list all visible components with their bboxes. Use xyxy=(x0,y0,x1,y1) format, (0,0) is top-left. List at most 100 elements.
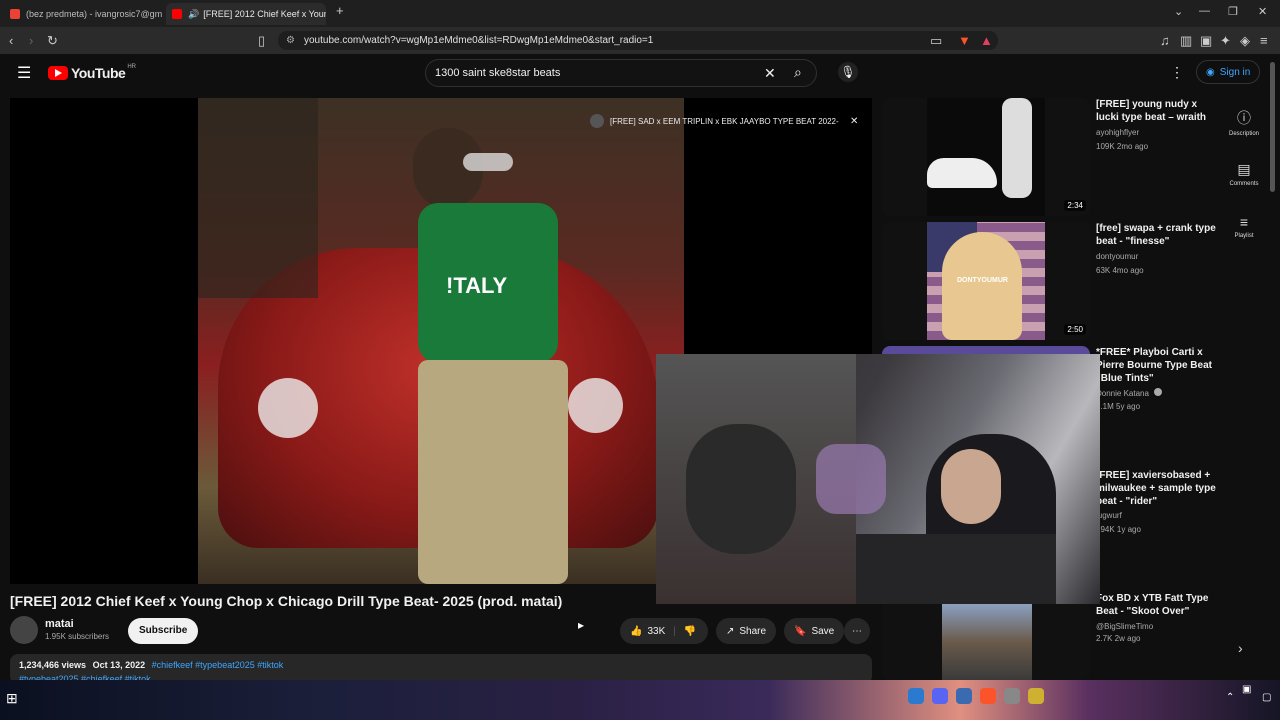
settings-menu-icon[interactable]: ⋮ xyxy=(1170,64,1184,81)
video-thumbnail[interactable]: 2:34 xyxy=(882,98,1090,216)
chevron-right-icon[interactable]: › xyxy=(1238,640,1243,656)
notification-icon[interactable]: ▢ xyxy=(1262,692,1271,703)
tab-label: (bez predmeta) - ivangrosic7@gmail. xyxy=(26,9,162,19)
youtube-header: ☰ YouTube HR 1300 saint ske8star beats ✕… xyxy=(0,54,1280,92)
tray-icon[interactable]: ▣ xyxy=(1242,684,1251,695)
brave-shield-icon[interactable]: ▼ xyxy=(958,33,971,48)
media-icon[interactable]: ♫ xyxy=(1160,33,1170,48)
like-count: 33K xyxy=(647,625,666,637)
video-title[interactable]: [free] swapa + crank type beat - "finess… xyxy=(1096,222,1222,248)
channel-name[interactable]: @BigSlimeTimo xyxy=(1096,622,1153,631)
scrollbar[interactable] xyxy=(1270,62,1275,192)
tray-chevron-icon[interactable]: ⌃ xyxy=(1226,692,1234,703)
tab-youtube[interactable]: 🔊 [FREE] 2012 Chief Keef x Young ✕ xyxy=(166,3,326,25)
end-card-overlay[interactable]: [FREE] SAD x EEM TRIPLIN x EBK JAAYBO TY… xyxy=(590,112,860,130)
white-car xyxy=(927,158,997,188)
video-title[interactable]: *FREE* Playboi Carti x Pierre Bourne Typ… xyxy=(1096,346,1222,385)
person-body xyxy=(856,534,1056,604)
channel-name[interactable]: ayohighflyer xyxy=(1096,128,1139,137)
region-code: HR xyxy=(127,64,136,70)
video-title[interactable]: Fox BD x YTB Fatt Type Beat - "Skoot Ove… xyxy=(1096,592,1222,618)
search-input[interactable]: 1300 saint ske8star beats xyxy=(435,67,560,79)
reload-icon[interactable]: ↻ xyxy=(47,33,58,49)
search-icon[interactable]: ⌕ xyxy=(794,64,802,81)
rail-playlist[interactable]: ≡ Playlist xyxy=(1222,214,1266,239)
rail-label: Comments xyxy=(1229,181,1259,187)
sign-in-button[interactable]: ◉ Sign in xyxy=(1196,60,1261,84)
person-left xyxy=(686,424,796,554)
channel-name[interactable]: dontyoumur xyxy=(1096,252,1138,261)
video-title[interactable]: [FREE] xaviersobased + milwaukee + sampl… xyxy=(1096,469,1222,508)
thumbnail-image: DONTYOUMUR xyxy=(927,222,1045,340)
cast-icon[interactable]: ▭ xyxy=(930,33,942,49)
speaker-icon: 🔊 xyxy=(188,8,200,19)
save-button[interactable]: 🔖 Save xyxy=(784,618,845,644)
voice-search-icon[interactable]: 🎙 xyxy=(838,62,858,82)
mouse-cursor-icon: ▸ xyxy=(578,618,585,632)
list-item[interactable]: DONTYOUMUR 2:50 [free] swapa + crank typ… xyxy=(882,222,1216,340)
video-meta: 3.1M 5y ago xyxy=(1096,402,1141,411)
duration-badge: 2:34 xyxy=(1064,200,1086,211)
windows-taskbar: ⊞ ⌃ ▣ ▢ xyxy=(0,680,1280,720)
site-info-icon[interactable]: ⚙ xyxy=(286,31,295,50)
hashtags[interactable]: #chiefkeef #typebeat2025 #tiktok xyxy=(152,660,284,670)
app-icon[interactable] xyxy=(1004,688,1020,704)
video-title[interactable]: [FREE] young nudy x lucki type beat – wr… xyxy=(1096,98,1222,124)
person-figure xyxy=(1002,98,1032,198)
tab-gmail[interactable]: (bez predmeta) - ivangrosic7@gmail. xyxy=(4,3,162,25)
list-item[interactable]: 2:34 [FREE] young nudy x lucki type beat… xyxy=(882,98,1212,216)
video-thumbnail[interactable] xyxy=(882,592,1090,680)
discord-icon[interactable] xyxy=(932,688,948,704)
video-thumbnail[interactable]: DONTYOUMUR 2:50 xyxy=(882,222,1090,340)
overlay-title: [FREE] SAD x EEM TRIPLIN x EBK JAAYBO TY… xyxy=(610,116,840,126)
youtube-logo[interactable]: YouTube HR xyxy=(48,64,136,81)
channel-name[interactable]: Donnie Katana xyxy=(1096,388,1163,398)
vpn-icon[interactable]: ◈ xyxy=(1240,33,1250,49)
rail-comments[interactable]: ▤ Comments xyxy=(1222,161,1266,187)
like-dislike-group: 👍 33K | 👎 xyxy=(620,618,708,644)
wallet-icon[interactable]: ▣ xyxy=(1200,33,1212,49)
menu-icon[interactable]: ≡ xyxy=(1260,33,1268,48)
rail-label: Description xyxy=(1228,131,1259,137)
dislike-button[interactable]: 👎 xyxy=(684,626,696,637)
leo-icon[interactable]: ✦ xyxy=(1220,33,1231,49)
clear-search-icon[interactable]: ✕ xyxy=(764,65,776,82)
shirt-text: !TALY xyxy=(446,273,508,298)
back-icon[interactable]: ‹ xyxy=(9,33,13,48)
like-button[interactable]: 👍 33K xyxy=(630,626,665,637)
sunglasses xyxy=(463,153,513,171)
share-button[interactable]: ↗ Share xyxy=(716,618,777,644)
search-box[interactable]: 1300 saint ske8star beats ✕ ⌕ xyxy=(425,59,817,87)
webcam-overlay xyxy=(656,354,1100,604)
edge-icon[interactable] xyxy=(908,688,924,704)
tab-list-icon[interactable]: ⌄ xyxy=(1174,5,1183,18)
forward-icon[interactable]: › xyxy=(29,33,33,48)
brave-rewards-icon[interactable]: ▲ xyxy=(980,33,993,48)
close-overlay-icon[interactable]: ✕ xyxy=(850,116,858,127)
background-people xyxy=(198,98,318,298)
more-icon: ⋯ xyxy=(852,625,862,637)
list-item[interactable]: Fox BD x YTB Fatt Type Beat - "Skoot Ove… xyxy=(882,592,1212,680)
maximize-button[interactable]: ❐ xyxy=(1228,5,1238,18)
person-face xyxy=(941,449,1001,524)
more-actions-button[interactable]: ⋯ xyxy=(844,618,870,644)
hamburger-menu-icon[interactable]: ☰ xyxy=(17,63,31,83)
bookmark-icon[interactable]: ▯ xyxy=(258,33,265,49)
app-icon[interactable] xyxy=(1028,688,1044,704)
browser-address-bar: ‹ › ↻ ▯ ⚙ youtube.com/watch?v=wgMp1eMdme… xyxy=(0,27,1280,54)
subscribe-button[interactable]: Subscribe xyxy=(128,618,199,644)
minimize-button[interactable]: — xyxy=(1199,5,1210,17)
close-window-button[interactable]: ✕ xyxy=(1258,5,1267,18)
sidebar-icon[interactable]: ▥ xyxy=(1180,33,1192,49)
brave-icon[interactable] xyxy=(980,688,996,704)
channel-name[interactable]: matai xyxy=(45,618,74,630)
app-icon[interactable] xyxy=(956,688,972,704)
purple-light xyxy=(816,444,886,514)
windows-start-icon[interactable]: ⊞ xyxy=(6,690,18,707)
url-text: youtube.com/watch?v=wgMp1eMdme0&list=RDw… xyxy=(304,35,654,46)
rail-description[interactable]: ⓘ Description xyxy=(1222,108,1266,137)
url-field[interactable]: ⚙ youtube.com/watch?v=wgMp1eMdme0&list=R… xyxy=(278,31,998,50)
new-tab-button[interactable]: + xyxy=(336,3,344,18)
channel-avatar[interactable] xyxy=(10,616,38,644)
comments-icon: ▤ xyxy=(1237,161,1251,177)
